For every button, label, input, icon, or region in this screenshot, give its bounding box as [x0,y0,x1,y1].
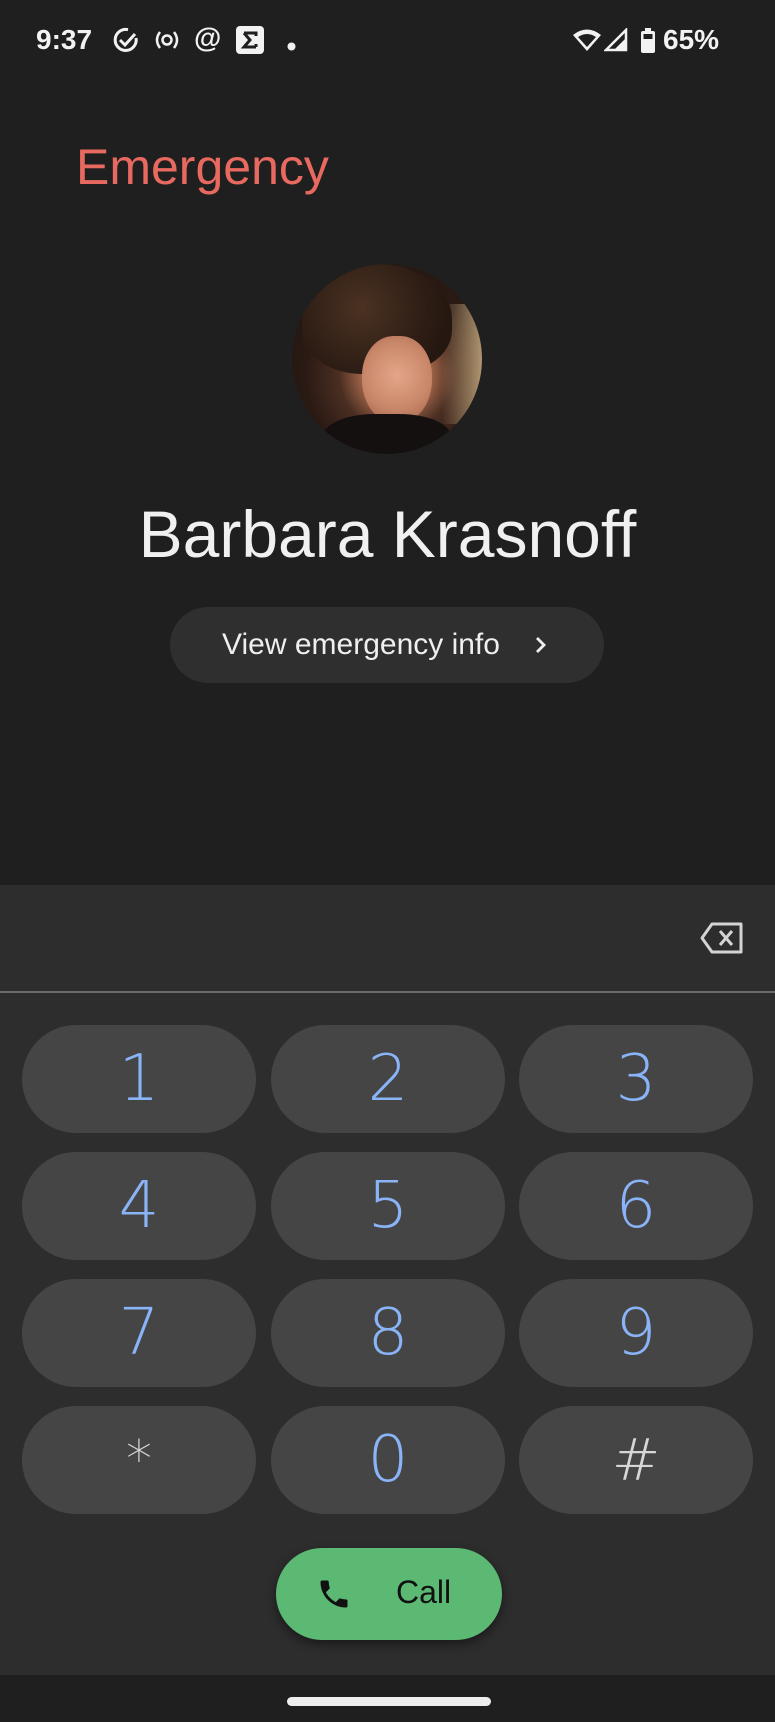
sigma-app-icon [236,26,264,59]
dialpad: 1 2 3 4 5 6 7 8 9 * 0 # Call [0,885,775,1675]
dialed-digits-input[interactable] [20,905,684,973]
view-emergency-info-label: View emergency info [222,628,500,661]
task-check-icon [112,26,140,59]
home-gesture-handle[interactable] [287,1697,491,1706]
backspace-icon[interactable] [700,921,744,955]
contact-name: Barbara Krasnoff [138,497,637,571]
dialpad-key-2[interactable]: 2 [271,1025,505,1133]
contact-avatar [292,264,482,454]
at-sign-icon: @ [194,22,222,53]
key-label: 5 [367,1169,409,1243]
hotspot-icon [154,30,180,55]
key-label: 9 [615,1296,657,1370]
key-label: 8 [367,1296,409,1370]
dialpad-key-0[interactable]: 0 [271,1406,505,1514]
key-label: 2 [367,1042,409,1116]
dialpad-key-star[interactable]: * [22,1406,256,1514]
dialpad-divider [0,991,775,993]
dialpad-key-4[interactable]: 4 [22,1152,256,1260]
call-button[interactable]: Call [276,1548,502,1640]
status-time: 9:37 [36,24,93,55]
notification-dot-icon [287,38,296,56]
wifi-icon [572,28,602,57]
dialpad-key-9[interactable]: 9 [519,1279,753,1387]
dialpad-key-3[interactable]: 3 [519,1025,753,1133]
digits-row [0,885,775,991]
navigation-bar [0,1675,775,1722]
dialpad-key-6[interactable]: 6 [519,1152,753,1260]
dialpad-key-8[interactable]: 8 [271,1279,505,1387]
battery-icon [640,28,656,59]
call-button-label: Call [396,1574,452,1610]
key-label: 0 [367,1423,409,1497]
dialpad-key-7[interactable]: 7 [22,1279,256,1387]
cellular-signal-icon [602,26,628,57]
key-label: 1 [118,1042,160,1116]
key-label: 4 [118,1169,160,1243]
key-label: 6 [615,1169,657,1243]
key-label: * [126,1430,152,1490]
key-label: 7 [118,1296,160,1370]
chevron-right-icon [535,637,546,653]
emergency-mode-label: Emergency [76,139,329,195]
dialpad-key-1[interactable]: 1 [22,1025,256,1133]
view-emergency-info-button[interactable]: View emergency info [170,607,604,683]
dialpad-key-5[interactable]: 5 [271,1152,505,1260]
status-bar: 9:37 @ 65% [0,0,775,86]
phone-icon [320,1580,348,1608]
key-label: 3 [615,1042,657,1116]
dialpad-key-pound[interactable]: # [519,1406,753,1514]
key-label: # [611,1426,661,1494]
battery-percent: 65% [663,24,720,55]
